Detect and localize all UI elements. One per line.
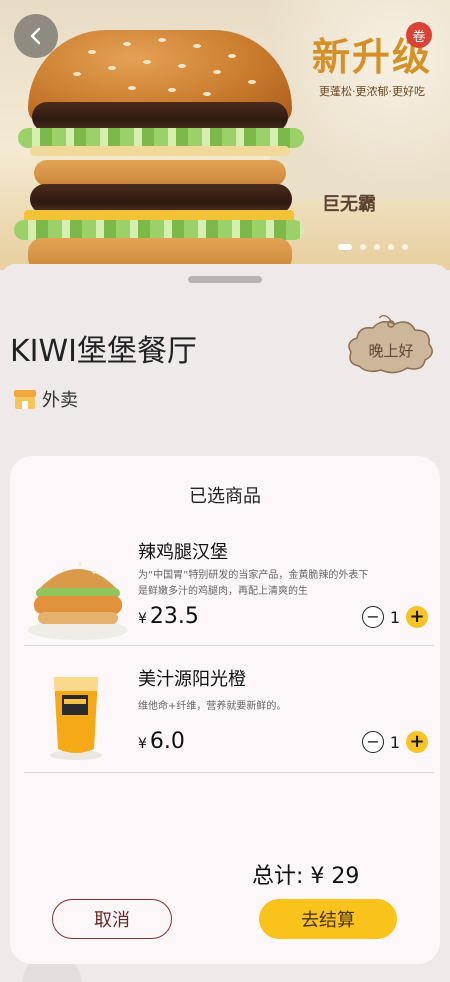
selected-items-modal: 已选商品 辣鸡腿汉堡 为“中国胃”特别研发的当家产品，金黄脆辣的外表下是鲜嫩多汁… bbox=[10, 456, 440, 964]
burger-bun-middle bbox=[34, 160, 286, 186]
sesame-seed bbox=[168, 88, 176, 92]
quantity-stepper: − 1 + bbox=[362, 731, 428, 753]
quantity-stepper: − 1 + bbox=[362, 606, 428, 628]
carousel-dot bbox=[360, 244, 366, 250]
sesame-seed bbox=[158, 38, 166, 42]
burger-lettuce bbox=[18, 128, 304, 148]
item-price: ¥6.0 bbox=[138, 729, 185, 754]
burger-image bbox=[10, 20, 310, 270]
carousel-dot-active bbox=[338, 244, 352, 250]
decrease-quantity-button[interactable]: − bbox=[362, 606, 384, 628]
sesame-seed bbox=[203, 92, 211, 96]
increase-quantity-button[interactable]: + bbox=[406, 606, 428, 628]
carousel-dot bbox=[388, 244, 394, 250]
hero-banner[interactable]: 新升级 更蓬松·更浓郁·更好吃 卷 巨无霸 bbox=[0, 0, 450, 270]
increase-quantity-button[interactable]: + bbox=[406, 731, 428, 753]
delivery-tag[interactable]: 外卖 bbox=[12, 386, 78, 412]
sesame-seed bbox=[213, 70, 221, 74]
quantity-value: 1 bbox=[389, 607, 401, 627]
item-description: 维他命+纤维，营养就要新鲜的。 bbox=[138, 701, 287, 712]
carousel-indicator bbox=[338, 244, 408, 250]
item-description: 为“中国胃”特别研发的当家产品，金黄脆辣的外表下是鲜嫩多汁的鸡腿肉，再配上清爽的… bbox=[138, 570, 369, 597]
burger-lettuce bbox=[14, 220, 304, 240]
item-price: ¥23.5 bbox=[138, 604, 199, 629]
decrease-quantity-button[interactable]: − bbox=[362, 731, 384, 753]
delivery-label: 外卖 bbox=[42, 390, 78, 411]
greeting-sticker: 晚上好 bbox=[345, 314, 437, 376]
item-name: 辣鸡腿汉堡 bbox=[138, 542, 228, 563]
sesame-seed bbox=[123, 42, 131, 46]
sesame-seed bbox=[193, 44, 201, 48]
sesame-seed bbox=[178, 64, 186, 68]
item-image-orange-juice bbox=[24, 669, 132, 769]
banner-product-name: 巨无霸 bbox=[322, 194, 376, 215]
order-total: 总计: ¥ 29 bbox=[252, 864, 360, 889]
back-button[interactable] bbox=[14, 14, 58, 58]
sesame-seed bbox=[228, 54, 236, 58]
sesame-seed bbox=[108, 66, 116, 70]
greeting-text: 晚上好 bbox=[368, 342, 414, 360]
carousel-dot bbox=[374, 244, 380, 250]
minus-icon: − bbox=[366, 732, 380, 751]
checkout-button[interactable]: 去结算 bbox=[259, 899, 397, 939]
store-name: KIWI堡堡餐厅 bbox=[10, 334, 198, 369]
currency-symbol: ¥ bbox=[138, 736, 147, 752]
item-name: 美汁源阳光橙 bbox=[138, 669, 246, 690]
chevron-left-icon bbox=[30, 27, 41, 45]
minus-icon: − bbox=[366, 607, 380, 626]
plus-icon: + bbox=[409, 731, 425, 752]
sesame-seed bbox=[248, 80, 256, 84]
promo-subtitle: 更蓬松·更浓郁·更好吃 bbox=[318, 85, 425, 98]
cancel-button[interactable]: 取消 bbox=[52, 899, 172, 939]
quantity-value: 1 bbox=[389, 732, 401, 752]
price-value: 23.5 bbox=[149, 604, 199, 629]
modal-title: 已选商品 bbox=[189, 486, 261, 507]
carousel-dot bbox=[402, 244, 408, 250]
store-icon bbox=[14, 390, 36, 409]
sesame-seed bbox=[128, 86, 136, 90]
sesame-seed bbox=[73, 72, 81, 76]
item-image-chicken-burger bbox=[24, 544, 132, 644]
sesame-seed bbox=[143, 60, 151, 64]
sesame-seed bbox=[88, 50, 96, 54]
burger-sauce bbox=[30, 146, 290, 156]
item-divider bbox=[24, 772, 434, 773]
coupon-badge[interactable]: 卷 bbox=[406, 22, 432, 48]
item-divider bbox=[24, 645, 434, 646]
drag-handle[interactable] bbox=[188, 276, 262, 283]
price-value: 6.0 bbox=[149, 729, 185, 754]
currency-symbol: ¥ bbox=[138, 611, 147, 627]
plus-icon: + bbox=[409, 606, 425, 627]
